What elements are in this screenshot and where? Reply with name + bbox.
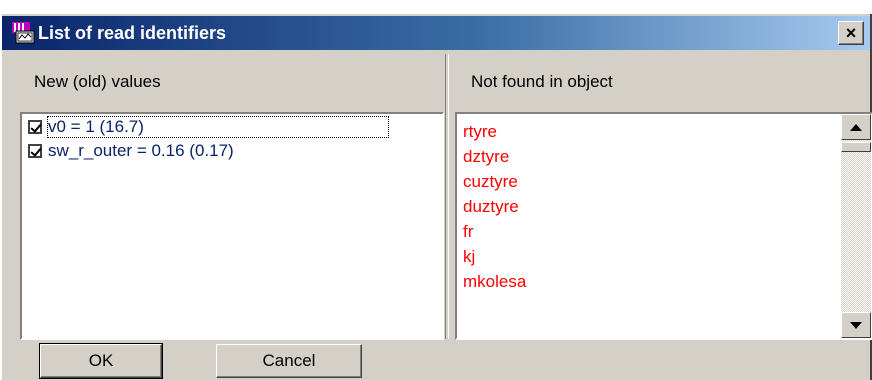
list-item[interactable]: rtyre xyxy=(463,122,497,142)
new-values-list[interactable]: v0 = 1 (16.7) sw_r_outer = 0.16 (0.17) xyxy=(20,112,444,340)
dialog-window: List of read identifiers × New (old) val… xyxy=(0,14,872,380)
close-icon: × xyxy=(845,23,857,43)
list-item[interactable]: fr xyxy=(463,222,473,242)
not-found-list[interactable]: rtyre dztyre cuztyre duztyre fr kj mkole… xyxy=(455,112,872,340)
list-item[interactable]: cuztyre xyxy=(463,172,518,192)
right-pane-header: Not found in object xyxy=(471,72,613,91)
scroll-down-arrow-icon xyxy=(850,321,862,329)
vertical-scrollbar[interactable] xyxy=(841,114,871,338)
cancel-button[interactable]: Cancel xyxy=(216,344,362,378)
scroll-up-arrow-icon xyxy=(850,123,862,131)
scroll-down-button[interactable] xyxy=(841,312,871,338)
list-item-sw-r-outer[interactable]: sw_r_outer = 0.16 (0.17) xyxy=(28,140,234,162)
window-title: List of read identifiers xyxy=(38,23,227,43)
checkbox-sw-r-outer[interactable] xyxy=(28,144,42,158)
title-bar[interactable]: List of read identifiers × xyxy=(2,16,870,50)
scroll-up-button[interactable] xyxy=(841,114,871,140)
left-pane-header: New (old) values xyxy=(34,72,161,91)
checkbox-v0[interactable] xyxy=(28,120,42,134)
app-window-icon xyxy=(12,22,35,44)
list-item-label: sw_r_outer = 0.16 (0.17) xyxy=(48,141,234,160)
list-item[interactable]: duztyre xyxy=(463,197,519,217)
list-item[interactable]: kj xyxy=(463,247,475,267)
scroll-thumb[interactable] xyxy=(841,142,871,152)
ok-button[interactable]: OK xyxy=(39,343,163,379)
pane-splitter[interactable] xyxy=(445,54,449,339)
list-item-v0[interactable]: v0 = 1 (16.7) xyxy=(28,116,389,138)
list-item[interactable]: mkolesa xyxy=(463,272,526,292)
close-button[interactable]: × xyxy=(838,21,864,45)
list-item-label: v0 = 1 (16.7) xyxy=(47,116,389,138)
background-window-strip xyxy=(0,0,872,15)
list-item[interactable]: dztyre xyxy=(463,147,509,167)
